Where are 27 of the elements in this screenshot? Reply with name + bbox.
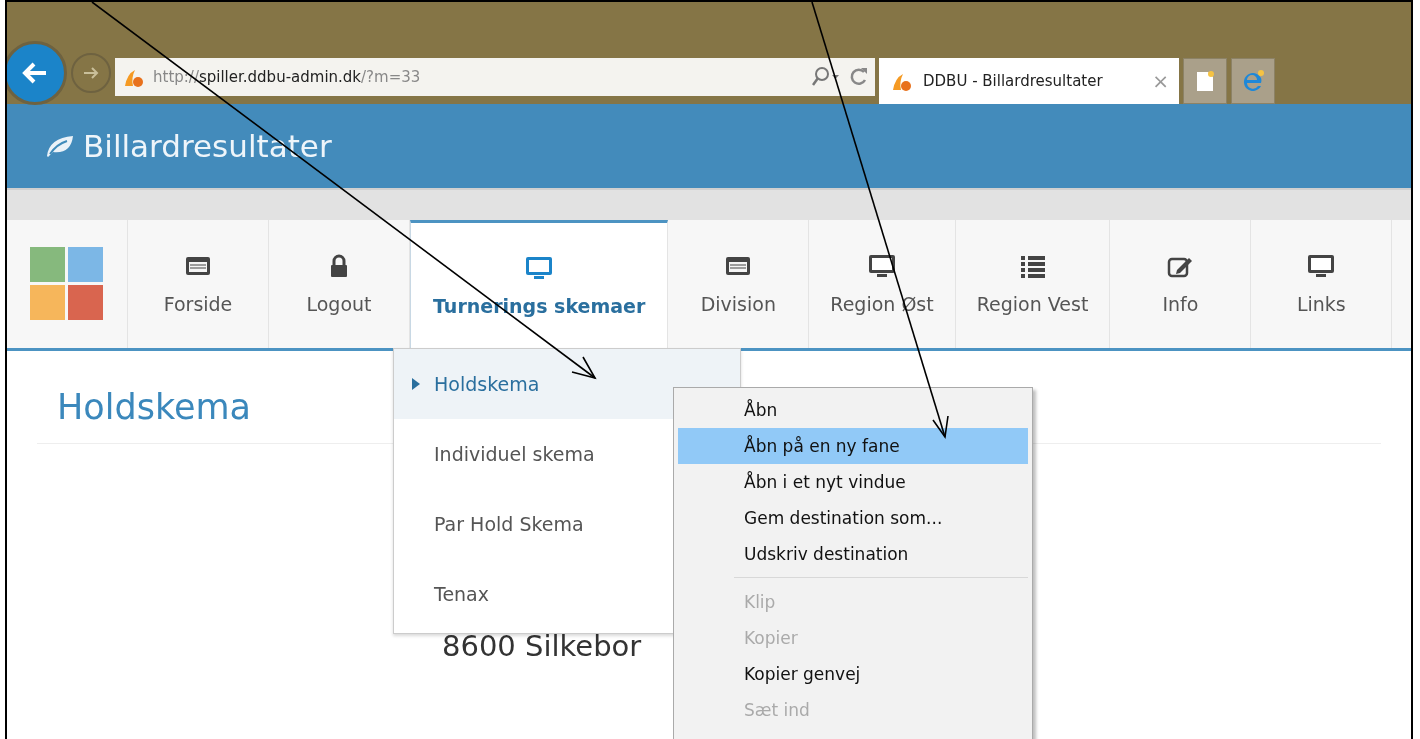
monitor-icon [524,254,555,281]
browser-tab[interactable]: DDBU - Billardresultater × [879,58,1179,104]
context-menu-item[interactable]: Åbn på en ny fane [678,428,1028,464]
forward-button[interactable] [71,53,111,93]
search-icon[interactable] [811,66,841,88]
monitor-icon [1306,253,1337,279]
address-text: 8600 Silkebor [442,629,642,663]
caret-icon [412,378,420,390]
tab-title: DDBU - Billardresultater [923,72,1104,90]
nav-tab[interactable]: Info [1110,220,1252,348]
monitor-icon [867,253,897,279]
context-menu-item[interactable]: Udskriv destination [678,536,1028,572]
leaf-icon [45,134,75,158]
context-menu-item[interactable]: Gem destination som... [678,500,1028,536]
page-heading: Holdskema [57,386,251,429]
logo-icon [30,247,104,321]
nav-tab[interactable]: Forside [128,220,269,348]
back-button[interactable] [7,41,67,105]
new-tab-icon [1194,69,1216,93]
refresh-icon[interactable] [849,66,869,88]
context-menu-item[interactable]: Åbn i et nyt vindue [678,464,1028,500]
nav-tab[interactable]: Links [1251,220,1393,348]
forward-arrow-icon [82,66,100,80]
nav-tab[interactable]: Region Vest [955,220,1111,348]
dropdown-item[interactable]: Holdskema [394,349,740,419]
context-menu-item[interactable]: Kopier genvej [678,656,1028,692]
new-tab-button[interactable] [1183,58,1227,104]
